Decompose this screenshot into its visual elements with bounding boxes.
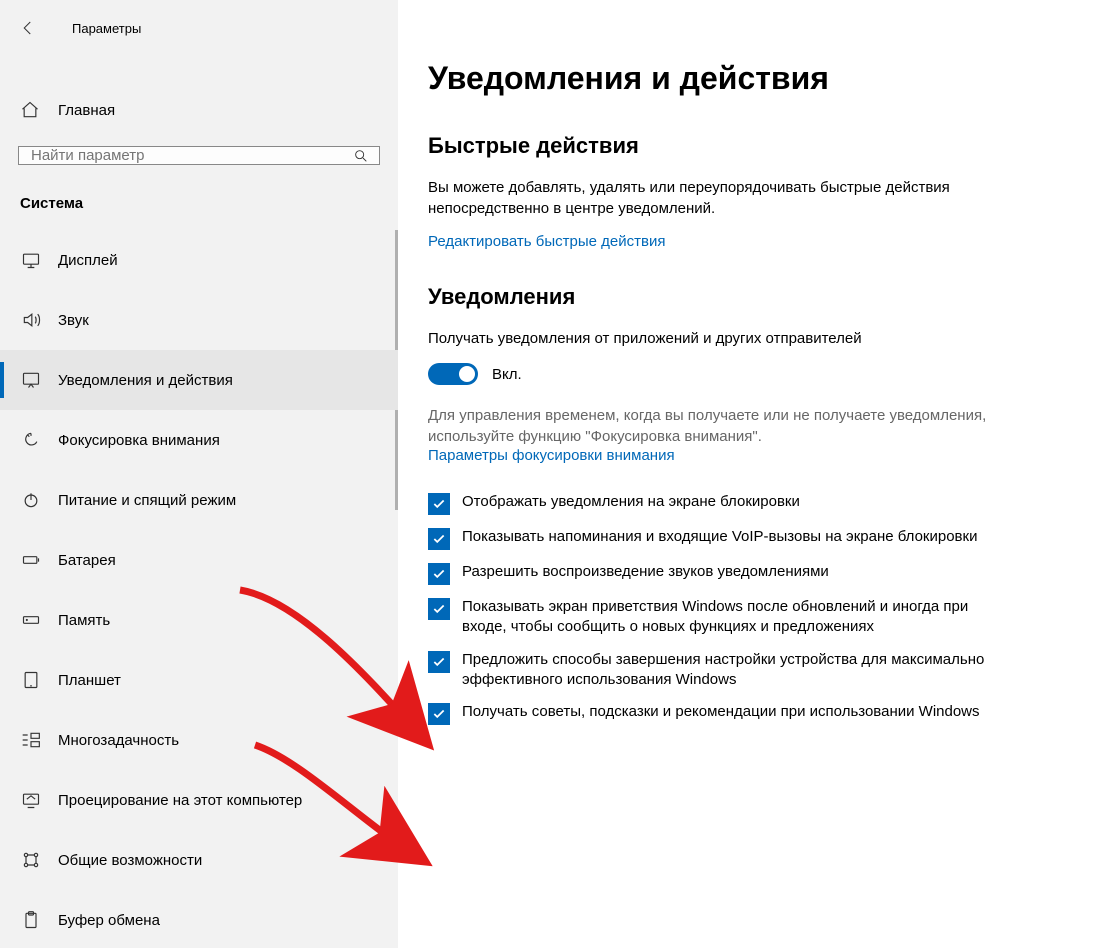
sidebar-item-sound[interactable]: Звук bbox=[0, 290, 398, 350]
checkbox-label: Получать советы, подсказки и рекомендаци… bbox=[462, 702, 980, 722]
back-button[interactable] bbox=[10, 12, 46, 44]
checkbox[interactable] bbox=[428, 598, 450, 620]
focus-icon bbox=[20, 430, 42, 450]
sidebar-item-label: Дисплей bbox=[58, 252, 118, 269]
checkbox[interactable] bbox=[428, 703, 450, 725]
checkbox-row[interactable]: Получать советы, подсказки и рекомендаци… bbox=[428, 702, 1008, 725]
checkbox-row[interactable]: Показывать экран приветствия Windows пос… bbox=[428, 597, 1008, 638]
notifications-toggle-state: Вкл. bbox=[492, 366, 522, 383]
notifications-toggle[interactable] bbox=[428, 363, 478, 385]
sidebar-item-label: Питание и спящий режим bbox=[58, 492, 236, 509]
focus-assist-hint: Для управления временем, когда вы получа… bbox=[428, 405, 988, 447]
notifications-icon bbox=[20, 370, 42, 390]
sidebar-item-power[interactable]: Питание и спящий режим bbox=[0, 470, 398, 530]
checkbox-row[interactable]: Отображать уведомления на экране блокиро… bbox=[428, 492, 1008, 515]
sidebar-item-tablet[interactable]: Планшет bbox=[0, 650, 398, 710]
checkbox-row[interactable]: Предложить способы завершения настройки … bbox=[428, 650, 1008, 691]
sidebar: Параметры Главная Система Дисплей bbox=[0, 0, 398, 948]
page-title: Уведомления и действия bbox=[428, 60, 1075, 97]
checkbox-label: Разрешить воспроизведение звуков уведомл… bbox=[462, 562, 829, 582]
sidebar-item-storage[interactable]: Память bbox=[0, 590, 398, 650]
sidebar-item-label: Звук bbox=[58, 312, 89, 329]
shared-icon bbox=[20, 850, 42, 870]
checkbox[interactable] bbox=[428, 528, 450, 550]
sidebar-item-focus[interactable]: Фокусировка внимания bbox=[0, 410, 398, 470]
sidebar-item-display[interactable]: Дисплей bbox=[0, 230, 398, 290]
sidebar-item-label: Буфер обмена bbox=[58, 912, 160, 929]
sidebar-category: Система bbox=[0, 165, 398, 230]
edit-quick-actions-link[interactable]: Редактировать быстрые действия bbox=[428, 233, 1075, 250]
checkbox-row[interactable]: Показывать напоминания и входящие VoIP-в… bbox=[428, 527, 1008, 550]
checkbox-label: Предложить способы завершения настройки … bbox=[462, 650, 1008, 691]
section-quick-actions-heading: Быстрые действия bbox=[428, 133, 1075, 159]
section-notifications-heading: Уведомления bbox=[428, 284, 1075, 310]
sidebar-nav: Дисплей Звук Уведомления и действия Фоку… bbox=[0, 230, 398, 950]
checkbox-label: Показывать напоминания и входящие VoIP-в… bbox=[462, 527, 977, 547]
projecting-icon bbox=[20, 790, 42, 810]
multitask-icon bbox=[20, 730, 42, 750]
search-box[interactable] bbox=[18, 146, 380, 165]
power-icon bbox=[20, 490, 42, 510]
checkbox-label: Показывать экран приветствия Windows пос… bbox=[462, 597, 1008, 638]
display-icon bbox=[20, 250, 42, 270]
sidebar-item-label: Фокусировка внимания bbox=[58, 432, 220, 449]
sidebar-item-label: Уведомления и действия bbox=[58, 372, 233, 389]
battery-icon bbox=[20, 550, 42, 570]
sidebar-item-label: Батарея bbox=[58, 552, 116, 569]
sidebar-item-label: Память bbox=[58, 612, 110, 629]
search-icon bbox=[343, 148, 379, 164]
sidebar-item-notifications[interactable]: Уведомления и действия bbox=[0, 350, 398, 410]
checkbox-row[interactable]: Разрешить воспроизведение звуков уведомл… bbox=[428, 562, 1008, 585]
home-icon bbox=[20, 100, 42, 120]
focus-assist-link[interactable]: Параметры фокусировки внимания bbox=[428, 447, 1075, 464]
home-label: Главная bbox=[58, 102, 115, 119]
window-title: Параметры bbox=[72, 21, 141, 36]
sidebar-item-label: Планшет bbox=[58, 672, 121, 689]
sidebar-item-battery[interactable]: Батарея bbox=[0, 530, 398, 590]
sidebar-item-shared[interactable]: Общие возможности bbox=[0, 830, 398, 890]
quick-actions-text: Вы можете добавлять, удалять или переупо… bbox=[428, 177, 988, 219]
sidebar-item-label: Проецирование на этот компьютер bbox=[58, 792, 302, 809]
sound-icon bbox=[20, 310, 42, 330]
checkbox[interactable] bbox=[428, 493, 450, 515]
storage-icon bbox=[20, 610, 42, 630]
sidebar-item-home[interactable]: Главная bbox=[0, 92, 398, 128]
sidebar-item-label: Многозадачность bbox=[58, 732, 179, 749]
clipboard-icon bbox=[20, 910, 42, 930]
notification-options: Отображать уведомления на экране блокиро… bbox=[428, 492, 1075, 725]
search-input[interactable] bbox=[19, 147, 343, 164]
sidebar-item-clipboard[interactable]: Буфер обмена bbox=[0, 890, 398, 950]
checkbox-label: Отображать уведомления на экране блокиро… bbox=[462, 492, 800, 512]
sidebar-item-projecting[interactable]: Проецирование на этот компьютер bbox=[0, 770, 398, 830]
sidebar-item-multitask[interactable]: Многозадачность bbox=[0, 710, 398, 770]
checkbox[interactable] bbox=[428, 651, 450, 673]
checkbox[interactable] bbox=[428, 563, 450, 585]
main-content: Уведомления и действия Быстрые действия … bbox=[398, 0, 1115, 948]
titlebar: Параметры bbox=[0, 8, 398, 52]
sidebar-item-label: Общие возможности bbox=[58, 852, 202, 869]
tablet-icon bbox=[20, 670, 42, 690]
arrow-left-icon bbox=[19, 19, 37, 37]
notifications-toggle-label: Получать уведомления от приложений и дру… bbox=[428, 328, 988, 349]
